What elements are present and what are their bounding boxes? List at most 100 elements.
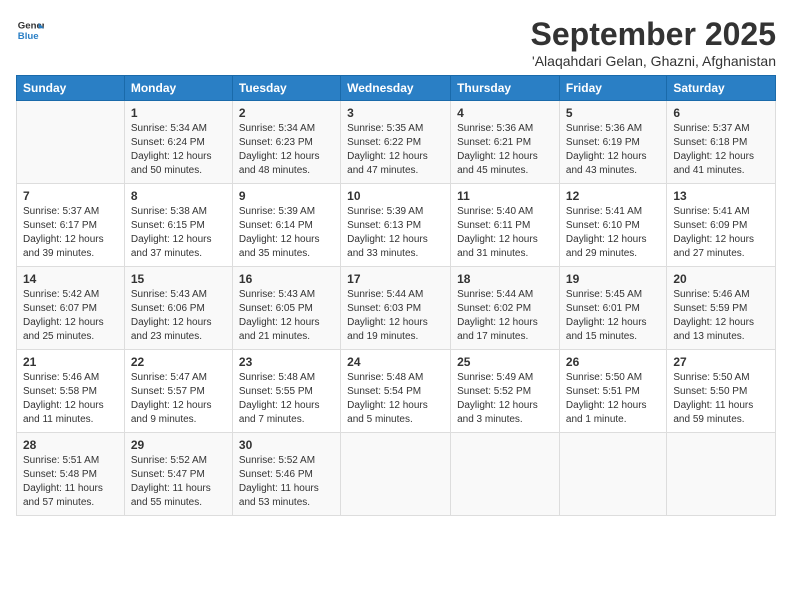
calendar-cell: 2 Sunrise: 5:34 AMSunset: 6:23 PMDaylight… [232,101,340,184]
day-number: 30 [239,438,334,452]
week-row-5: 28Sunrise: 5:51 AMSunset: 5:48 PMDayligh… [17,433,776,516]
logo-icon: General Blue [16,16,44,44]
cell-text: Sunrise: 5:34 AMSunset: 6:23 PMDaylight:… [239,122,334,178]
calendar-cell: 24 Sunrise: 5:48 AMSunset: 5:54 PMDayligh… [341,350,451,433]
week-row-2: 7Sunrise: 5:37 AMSunset: 6:17 PMDaylight… [17,184,776,267]
day-number: 22 [131,355,226,369]
calendar-cell: 21 Sunrise: 5:46 AMSunset: 5:58 PMDayligh… [17,350,125,433]
calendar-cell: 20 Sunrise: 5:46 AMSunset: 5:59 PMDayligh… [667,267,776,350]
day-number: 16 [239,272,334,286]
day-number: 14 [23,272,118,286]
calendar-cell: 23 Sunrise: 5:48 AMSunset: 5:55 PMDayligh… [232,350,340,433]
cell-text: Sunrise: 5:39 AMSunset: 6:13 PMDaylight:… [347,205,444,261]
cell-text: Sunrise: 5:48 AMSunset: 5:54 PMDaylight:… [347,371,444,427]
cell-text: Sunrise: 5:44 AMSunset: 6:02 PMDaylight:… [457,288,553,344]
cell-text: Sunrise: 5:43 AMSunset: 6:05 PMDaylight:… [239,288,334,344]
week-row-1: 1Sunrise: 5:34 AMSunset: 6:24 PMDaylight… [17,101,776,184]
svg-text:Blue: Blue [18,31,39,42]
calendar-cell: 16 Sunrise: 5:43 AMSunset: 6:05 PMDayligh… [232,267,340,350]
day-number: 19 [566,272,660,286]
day-number: 6 [673,106,769,120]
calendar-cell: 26 Sunrise: 5:50 AMSunset: 5:51 PMDayligh… [559,350,666,433]
week-row-4: 21 Sunrise: 5:46 AMSunset: 5:58 PMDayligh… [17,350,776,433]
calendar-cell: 8 Sunrise: 5:38 AMSunset: 6:15 PMDaylight… [124,184,232,267]
day-number: 29 [131,438,226,452]
calendar-cell: 3 Sunrise: 5:35 AMSunset: 6:22 PMDaylight… [341,101,451,184]
calendar-table: SundayMondayTuesdayWednesdayThursdayFrid… [16,75,776,516]
day-number: 24 [347,355,444,369]
cell-text: Sunrise: 5:35 AMSunset: 6:22 PMDaylight:… [347,122,444,178]
calendar-cell: 17Sunrise: 5:44 AMSunset: 6:03 PMDayligh… [341,267,451,350]
cell-text: Sunrise: 5:46 AMSunset: 5:59 PMDaylight:… [673,288,769,344]
calendar-cell: 18 Sunrise: 5:44 AMSunset: 6:02 PMDayligh… [451,267,560,350]
calendar-cell: 25Sunrise: 5:49 AMSunset: 5:52 PMDayligh… [451,350,560,433]
title-block: September 2025 'Alaqahdari Gelan, Ghazni… [531,16,776,69]
month-title: September 2025 [531,16,776,53]
calendar-cell: 15 Sunrise: 5:43 AMSunset: 6:06 PMDayligh… [124,267,232,350]
cell-text: Sunrise: 5:42 AMSunset: 6:07 PMDaylight:… [23,288,118,344]
day-number: 7 [23,189,118,203]
cell-text: Sunrise: 5:39 AMSunset: 6:14 PMDaylight:… [239,205,334,261]
day-number: 21 [23,355,118,369]
calendar-cell: 30 Sunrise: 5:52 AMSunset: 5:46 PMDayligh… [232,433,340,516]
cell-text: Sunrise: 5:45 AMSunset: 6:01 PMDaylight:… [566,288,660,344]
day-number: 17 [347,272,444,286]
calendar-cell: 13Sunrise: 5:41 AMSunset: 6:09 PMDayligh… [667,184,776,267]
cell-text: Sunrise: 5:36 AMSunset: 6:21 PMDaylight:… [457,122,553,178]
day-number: 5 [566,106,660,120]
calendar-cell [559,433,666,516]
day-number: 11 [457,189,553,203]
header-cell-sunday: Sunday [17,76,125,101]
day-number: 27 [673,355,769,369]
cell-text: Sunrise: 5:40 AMSunset: 6:11 PMDaylight:… [457,205,553,261]
cell-text: Sunrise: 5:47 AMSunset: 5:57 PMDaylight:… [131,371,226,427]
calendar-cell: 9 Sunrise: 5:39 AMSunset: 6:14 PMDaylight… [232,184,340,267]
header-cell-monday: Monday [124,76,232,101]
day-number: 18 [457,272,553,286]
calendar-cell: 14 Sunrise: 5:42 AMSunset: 6:07 PMDayligh… [17,267,125,350]
cell-text: Sunrise: 5:50 AMSunset: 5:50 PMDaylight:… [673,371,769,427]
cell-text: Sunrise: 5:41 AMSunset: 6:10 PMDaylight:… [566,205,660,261]
week-row-3: 14 Sunrise: 5:42 AMSunset: 6:07 PMDayligh… [17,267,776,350]
calendar-cell: 4 Sunrise: 5:36 AMSunset: 6:21 PMDaylight… [451,101,560,184]
day-number: 1 [131,106,226,120]
day-number: 25 [457,355,553,369]
header-cell-friday: Friday [559,76,666,101]
header-cell-tuesday: Tuesday [232,76,340,101]
calendar-cell: 29Sunrise: 5:52 AMSunset: 5:47 PMDayligh… [124,433,232,516]
cell-text: Sunrise: 5:37 AMSunset: 6:18 PMDaylight:… [673,122,769,178]
calendar-cell [667,433,776,516]
cell-text: Sunrise: 5:36 AMSunset: 6:19 PMDaylight:… [566,122,660,178]
cell-text: Sunrise: 5:46 AMSunset: 5:58 PMDaylight:… [23,371,118,427]
day-number: 10 [347,189,444,203]
cell-text: Sunrise: 5:48 AMSunset: 5:55 PMDaylight:… [239,371,334,427]
day-number: 20 [673,272,769,286]
calendar-cell [451,433,560,516]
calendar-cell: 12Sunrise: 5:41 AMSunset: 6:10 PMDayligh… [559,184,666,267]
day-number: 26 [566,355,660,369]
calendar-cell [341,433,451,516]
calendar-cell: 27 Sunrise: 5:50 AMSunset: 5:50 PMDayligh… [667,350,776,433]
cell-text: Sunrise: 5:38 AMSunset: 6:15 PMDaylight:… [131,205,226,261]
day-number: 4 [457,106,553,120]
calendar-cell: 7Sunrise: 5:37 AMSunset: 6:17 PMDaylight… [17,184,125,267]
day-number: 3 [347,106,444,120]
calendar-cell: 19 Sunrise: 5:45 AMSunset: 6:01 PMDayligh… [559,267,666,350]
day-number: 2 [239,106,334,120]
calendar-cell: 1Sunrise: 5:34 AMSunset: 6:24 PMDaylight… [124,101,232,184]
day-number: 9 [239,189,334,203]
day-number: 23 [239,355,334,369]
cell-text: Sunrise: 5:50 AMSunset: 5:51 PMDaylight:… [566,371,660,427]
calendar-cell: 11 Sunrise: 5:40 AMSunset: 6:11 PMDayligh… [451,184,560,267]
cell-text: Sunrise: 5:41 AMSunset: 6:09 PMDaylight:… [673,205,769,261]
cell-text: Sunrise: 5:52 AMSunset: 5:46 PMDaylight:… [239,454,334,510]
day-number: 15 [131,272,226,286]
header-cell-saturday: Saturday [667,76,776,101]
cell-text: Sunrise: 5:51 AMSunset: 5:48 PMDaylight:… [23,454,118,510]
header-cell-wednesday: Wednesday [341,76,451,101]
location-title: 'Alaqahdari Gelan, Ghazni, Afghanistan [531,53,776,69]
calendar-cell: 5 Sunrise: 5:36 AMSunset: 6:19 PMDaylight… [559,101,666,184]
day-number: 8 [131,189,226,203]
cell-text: Sunrise: 5:43 AMSunset: 6:06 PMDaylight:… [131,288,226,344]
header-cell-thursday: Thursday [451,76,560,101]
